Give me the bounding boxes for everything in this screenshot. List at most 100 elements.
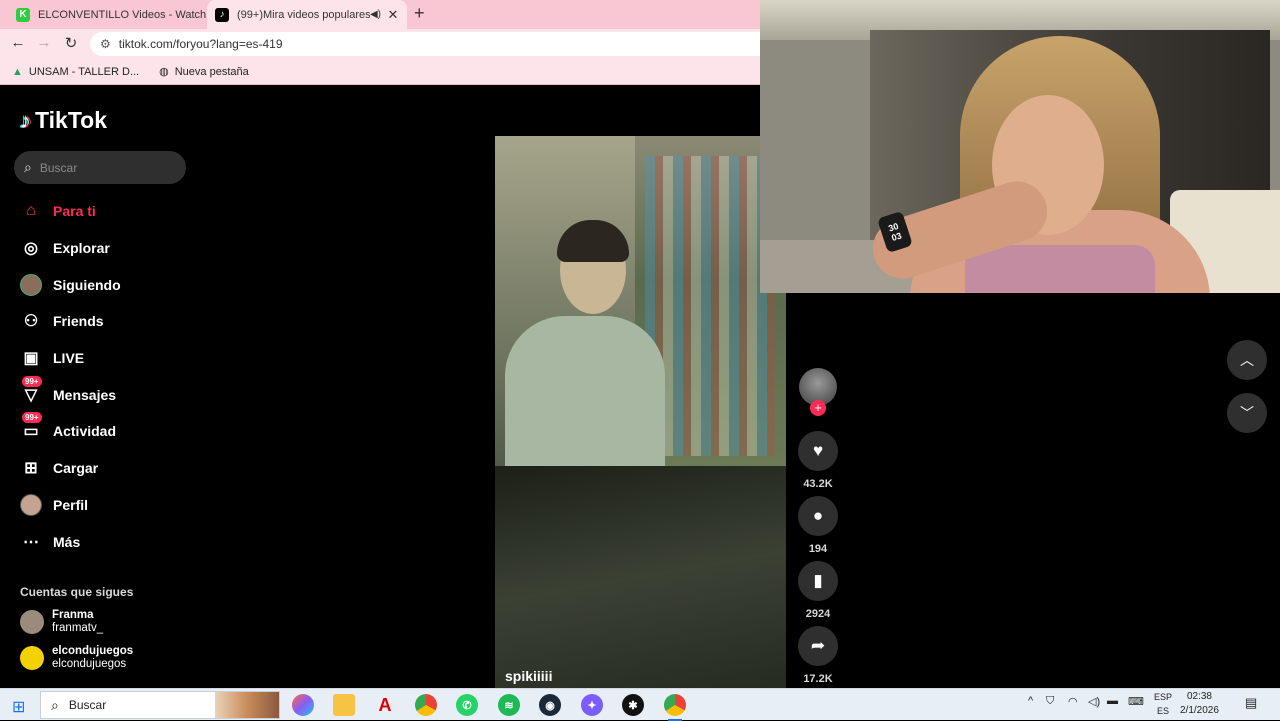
reload-icon[interactable]: ↻ [61,34,81,52]
sidebar-item-label: Siguiendo [53,276,121,293]
search-input[interactable]: ⌕ Buscar [14,151,186,184]
comment-action[interactable]: ● 194 [798,496,838,555]
following-account[interactable]: elcondujuegos elcondujuegos [20,645,133,670]
save-action[interactable]: ▮ 2924 [798,561,838,620]
sidebar-item-explorar[interactable]: ◎ Explorar [20,230,190,267]
sidebar-item-actividad[interactable]: ▭ 99+ Actividad [20,412,190,450]
bookmark-icon[interactable]: ▮ [798,561,838,601]
battery-icon[interactable]: ▬ [1107,695,1118,707]
tab-audio-icon[interactable]: ◀) [370,9,381,20]
more-icon: ⋯ [23,533,39,551]
back-arrow-icon[interactable]: ← [8,34,28,51]
like-count: 43.2K [803,478,833,490]
avatar [20,609,44,634]
browser-tab-active[interactable]: ♪ (99+)Mira videos populares ◀) ✕ [207,0,407,29]
copilot-icon[interactable] [292,694,314,716]
sidebar-item-siguiendo[interactable]: Siguiendo [20,266,190,303]
windows-start-icon[interactable]: ⊞ [12,697,25,717]
follow-plus-icon[interactable]: + [810,400,826,416]
address-bar[interactable]: ⚙ tiktok.com/foryou?lang=es-419 [90,32,770,56]
language-top: ESP [1154,692,1173,702]
sidebar-item-label: Perfil [53,496,89,513]
file-explorer-icon[interactable] [333,694,355,716]
video-username[interactable]: spikiiiii [505,668,552,684]
tiktok-logo[interactable]: ♪ TikTok [20,107,107,134]
search-highlight-image [215,692,279,718]
chrome-active-icon[interactable] [664,694,686,721]
notification-badge: 99+ [22,412,42,424]
tab-title: (99+)Mira videos populares [237,8,370,21]
messenger-icon[interactable]: ✦ [581,694,603,716]
sidebar-item-para-ti[interactable]: ⌂ Para ti [20,193,190,230]
sidebar-item-cargar[interactable]: ⊞ Cargar [20,450,190,487]
acrobat-icon[interactable]: A [374,694,396,716]
previous-video-button[interactable]: ︿ [1227,340,1267,380]
sidebar-item-friends[interactable]: ⚇ Friends [20,303,190,340]
wifi-icon[interactable]: ◠ [1068,695,1078,708]
tab-close-icon[interactable]: ✕ [385,7,401,23]
compass-icon: ◎ [24,240,38,258]
account-handle: elcondujuegos [52,658,127,670]
taskbar-search[interactable]: ⌕ Buscar [40,691,280,719]
sidebar-item-label: Explorar [53,240,110,257]
spotify-icon[interactable]: ≋ [498,694,520,716]
language-indicator[interactable]: ESP ES [1154,690,1172,718]
tray-overflow-icon[interactable]: ^ [1028,695,1033,707]
security-icon[interactable]: ⛉ [1046,695,1054,708]
share-icon[interactable]: ➦ [798,626,838,666]
account-name: Franma [52,609,94,621]
clock-date: 2/1/2026 [1180,705,1219,716]
sidebar-item-mas[interactable]: ⋯ Más [20,523,190,560]
share-action[interactable]: ➦ 17.2K [798,626,838,685]
bookmark-label: Nueva pestaña [174,65,249,78]
bookmark-unsam[interactable]: ▲ UNSAM - TALLER D... [12,66,139,78]
notification-badge: 99+ [22,375,42,387]
tiktok-note-icon: ♪ [20,107,31,133]
following-account[interactable]: Franma franmatv_ [20,609,103,634]
site-info-icon[interactable]: ⚙ [100,37,111,51]
chevron-up-icon: ︿ [1240,352,1254,368]
avatar [20,645,44,670]
browser-tab-bar: K ELCONVENTILLO Videos - Watch ♪ (99+)Mi… [0,0,760,29]
friends-icon: ⚇ [23,313,39,331]
sidebar-item-mensajes[interactable]: ▽ 99+ Mensajes [20,375,190,413]
sidebar-item-label: Friends [53,313,104,330]
sidebar-item-perfil[interactable]: Perfil [20,487,190,524]
system-clock[interactable]: 02:38 2/1/2026 [1180,690,1219,718]
bookmark-new-tab[interactable]: ◍ Nueva pestaña [159,65,249,79]
sidebar-item-label: Actividad [53,423,117,440]
windows-taskbar: ⊞ ⌕ Buscar A ✆ ≋ ◉ ✦ ✱ ^ ⛉ ◠ ◁) ▬ ⌨ ESP … [0,688,1280,721]
live-tv-icon: ▣ [23,350,39,368]
browser-tab[interactable]: K ELCONVENTILLO Videos - Watch [8,0,206,29]
next-video-button[interactable]: ﹀ [1227,393,1267,433]
profile-avatar-icon [20,493,42,516]
whatsapp-icon[interactable]: ✆ [456,694,478,716]
sidebar-nav: ⌂ Para ti ◎ Explorar Siguiendo ⚇ Friends… [20,193,190,560]
bookmark-label: UNSAM - TALLER D... [28,65,140,78]
notifications-icon[interactable]: ▤ [1245,695,1257,711]
sidebar-item-live[interactable]: ▣ LIVE [20,340,190,377]
comment-icon[interactable]: ● [798,496,838,536]
home-icon: ⌂ [26,202,36,220]
sidebar-item-label: Cargar [53,460,99,477]
video-player[interactable]: spikiiiii [495,136,786,688]
volume-icon[interactable]: ◁) [1088,695,1100,708]
sidebar-item-label: Mensajes [53,386,117,403]
following-section-title: Cuentas que sigues [20,585,134,599]
like-action[interactable]: ♥ 43.2K [798,431,838,490]
heart-icon[interactable]: ♥ [798,431,838,471]
browser-toolbar: ← → ↻ ⚙ tiktok.com/foryou?lang=es-419 [0,29,770,59]
chevron-down-icon: ﹀ [1240,405,1254,421]
taskbar-search-label: Buscar [68,698,107,712]
keyboard-icon[interactable]: ⌨ [1128,695,1144,708]
sidebar-item-label: LIVE [53,350,85,367]
bookmarks-bar: ▲ UNSAM - TALLER D... ◍ Nueva pestaña [0,59,760,85]
tab-favicon-icon: K [16,7,30,22]
forward-arrow-icon[interactable]: → [34,34,54,51]
steam-icon[interactable]: ◉ [539,694,561,716]
chrome-icon[interactable] [415,694,437,716]
video-foreground [495,466,786,688]
app-icon[interactable]: ✱ [622,694,644,716]
new-tab-button[interactable]: + [414,3,425,24]
globe-icon: ◍ [159,66,169,78]
